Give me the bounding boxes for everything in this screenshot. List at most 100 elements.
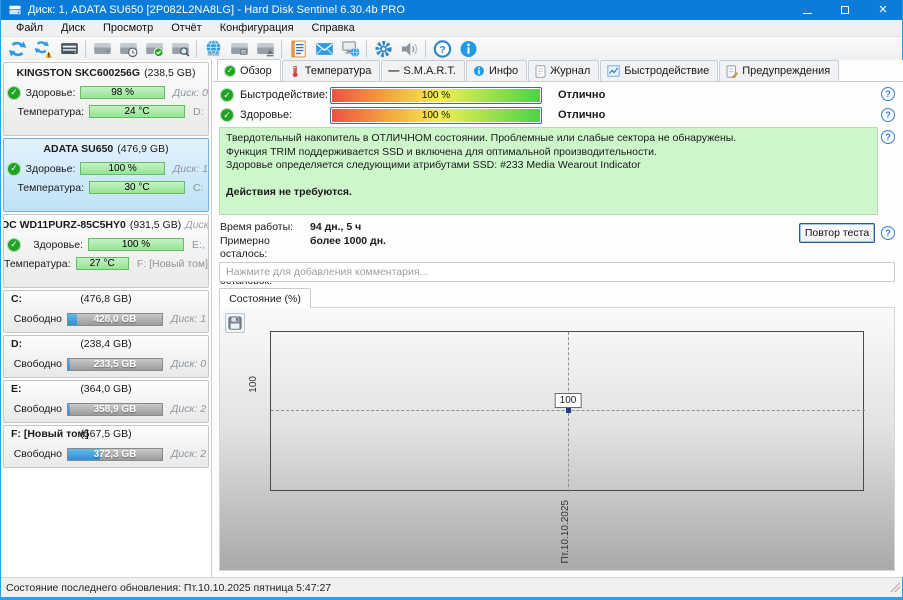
temp-bar: 27 °C	[76, 257, 129, 270]
partition-size: (476,8 GB)	[4, 293, 208, 305]
disk-hardware-icon[interactable]	[226, 38, 252, 59]
partition-card-d[interactable]: D: (238,4 GB) Свободно 233,5 GB Диск: 0	[3, 335, 209, 378]
tab-label: Обзор	[240, 65, 272, 77]
chart-data-point	[566, 408, 571, 413]
disk-name: ADATA SU650	[43, 143, 113, 155]
floppy-icon	[228, 316, 242, 330]
free-label: Свободно	[4, 313, 62, 325]
disk-size: (931,5 GB)	[130, 219, 181, 231]
disk-card-kingston[interactable]: KINGSTON SKC600256G(238,5 GB) ✓ Здоровье…	[3, 62, 209, 136]
window-title: Диск: 1, ADATA SU650 [2P082L2NA8LG] - Ha…	[28, 4, 405, 16]
free-space-bar: 372,3 GB	[67, 448, 163, 461]
app-icon	[8, 3, 22, 17]
about-icon[interactable]	[455, 38, 481, 59]
network-icon[interactable]	[337, 38, 363, 59]
disk-size: (238,5 GB)	[144, 67, 195, 79]
tab-alerts[interactable]: Предупреждения	[719, 60, 839, 81]
settings-icon[interactable]	[370, 38, 396, 59]
chart-point-label: 100	[555, 393, 582, 408]
disk-eject-icon[interactable]	[252, 38, 278, 59]
temp-bar: 24 °C	[89, 105, 185, 118]
status-message-line: Твердотельный накопитель в ОТЛИЧНОМ сост…	[226, 132, 871, 146]
free-label: Свободно	[4, 358, 62, 370]
alert-page-icon	[726, 65, 738, 78]
temp-label: Температура:	[4, 182, 84, 194]
menu-help[interactable]: Справка	[303, 21, 364, 35]
report-icon[interactable]	[285, 38, 311, 59]
help-performance-icon[interactable]: ?	[881, 87, 895, 101]
menu-file[interactable]: Файл	[7, 21, 52, 35]
disk-accept-icon[interactable]	[141, 38, 167, 59]
partition-card-c[interactable]: C: (476,8 GB) Свободно 428,0 GB Диск: 1	[3, 290, 209, 333]
tab-info[interactable]: Инфо	[466, 60, 527, 81]
save-chart-button[interactable]	[225, 313, 245, 333]
status-message-box: Твердотельный накопитель в ОТЛИЧНОМ сост…	[219, 127, 878, 215]
stat-value: 94 дн., 5 ч	[310, 221, 361, 235]
svg-text:?: ?	[439, 44, 445, 55]
health-label: Здоровье:	[21, 163, 75, 175]
resize-grip[interactable]	[890, 582, 900, 592]
partition-card-e[interactable]: E: (364,0 GB) Свободно 358,9 GB Диск: 2	[3, 380, 209, 423]
disk-globe-icon[interactable]	[200, 38, 226, 59]
partition-size: (567,5 GB)	[4, 428, 208, 440]
disk-card-adata-selected[interactable]: ADATA SU650(476,9 GB) ✓ Здоровье: 100 % …	[3, 138, 209, 212]
tab-log[interactable]: Журнал	[528, 60, 599, 81]
help-health-icon[interactable]: ?	[881, 108, 895, 122]
menu-disk[interactable]: Диск	[52, 21, 94, 35]
health-ok-icon: ✓	[7, 86, 21, 100]
maximize-button[interactable]	[826, 0, 864, 20]
disk-sidebar: KINGSTON SKC600256G(238,5 GB) ✓ Здоровье…	[1, 60, 212, 577]
performance-label: Быстродействие:	[240, 89, 330, 101]
health-status: Отлично	[558, 109, 605, 121]
health-ok-icon: ✓	[7, 162, 21, 176]
tab-performance[interactable]: Быстродействие	[600, 60, 718, 81]
drive-letter: E:,	[192, 239, 205, 251]
minimize-button[interactable]	[788, 0, 826, 20]
toolbar: ?	[1, 37, 902, 60]
refresh-warning-icon[interactable]	[30, 38, 56, 59]
disk-index: Диск: 1	[171, 313, 206, 325]
comment-input[interactable]	[219, 262, 895, 282]
tab-temperature[interactable]: Температура	[282, 60, 381, 81]
tab-status-chart[interactable]: Состояние (%)	[219, 288, 311, 308]
retest-button[interactable]: Повтор теста	[799, 223, 875, 243]
refresh-icon[interactable]	[4, 38, 30, 59]
disk-index: Диск: 1	[173, 163, 208, 175]
dash-icon: —	[388, 65, 399, 77]
help-icon[interactable]: ?	[429, 38, 455, 59]
disk-card-wdc[interactable]: WDC WD11PURZ-85C5HY0(931,5 GB)Диск: 2 ✓ …	[3, 214, 209, 288]
partition-card-f[interactable]: F: [Новый том] (567,5 GB) Свободно 372,3…	[3, 425, 209, 468]
sounds-icon[interactable]	[396, 38, 422, 59]
menubar: Файл Диск Просмотр Отчёт Конфигурация Сп…	[1, 20, 902, 37]
menu-report[interactable]: Отчёт	[162, 21, 210, 35]
performance-status: Отлично	[558, 89, 605, 101]
tab-label: S.M.A.R.T.	[403, 65, 456, 77]
close-button[interactable]: ✕	[864, 0, 902, 20]
email-icon[interactable]	[311, 38, 337, 59]
help-retest-icon[interactable]: ?	[881, 226, 895, 240]
menu-configuration[interactable]: Конфигурация	[211, 21, 303, 35]
tab-label: Быстродействие	[624, 65, 709, 77]
disk-index: Диск: 2	[171, 448, 206, 460]
disk-clock-icon[interactable]	[115, 38, 141, 59]
partition-size: (238,4 GB)	[4, 338, 208, 350]
health-label: Здоровье:	[240, 109, 330, 121]
free-label: Свободно	[4, 403, 62, 415]
drive-letter: D:	[193, 106, 204, 118]
disk-overview-icon[interactable]	[56, 38, 82, 59]
health-label: Здоровье:	[21, 87, 75, 99]
tab-overview[interactable]: ✓ Обзор	[217, 59, 281, 81]
disk-index: Диск: 2	[171, 403, 206, 415]
tab-smart[interactable]: — S.M.A.R.T.	[381, 60, 465, 81]
stat-label: Время работы:	[220, 221, 310, 235]
performance-bar: 100 %	[330, 87, 542, 104]
disk-search-icon[interactable]	[167, 38, 193, 59]
performance-row: ✓ Быстродействие: 100 % Отлично	[213, 85, 605, 105]
chart-icon	[607, 65, 620, 77]
health-row: ✓ Здоровье: 100 % Отлично	[213, 105, 605, 125]
free-label: Свободно	[4, 448, 62, 460]
disk-index: Диск: 2	[185, 219, 209, 231]
menu-view[interactable]: Просмотр	[94, 21, 162, 35]
disk-icon[interactable]	[89, 38, 115, 59]
help-status-icon[interactable]: ?	[881, 130, 895, 144]
